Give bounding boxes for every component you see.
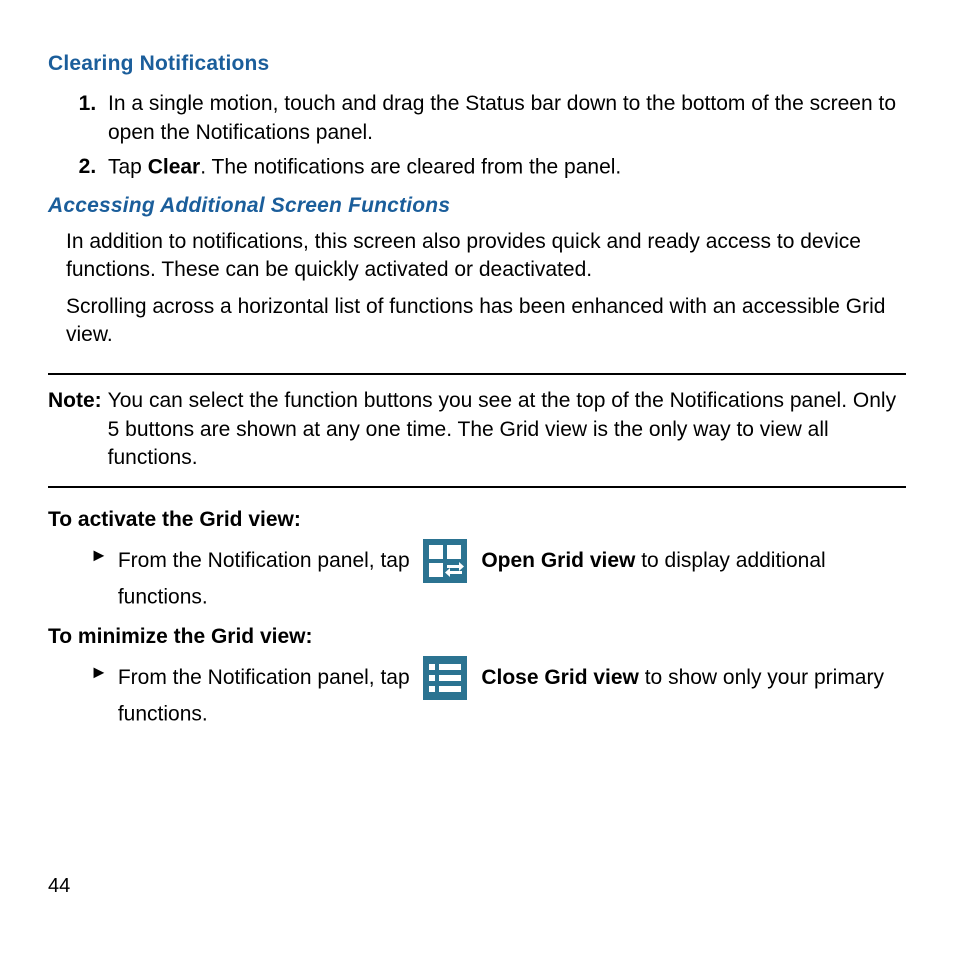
step-minimize-grid: ► From the Notification panel, tap Clos — [90, 656, 906, 729]
open-grid-view-icon — [423, 539, 467, 583]
subheading-minimize-grid: To minimize the Grid view: — [48, 623, 906, 651]
step-2-pre: Tap — [108, 155, 148, 178]
step-2-post: . The notifications are cleared from the… — [200, 155, 621, 178]
note-label: Note: — [48, 387, 108, 472]
paragraph-grid-enhanced: Scrolling across a horizontal list of fu… — [48, 293, 906, 350]
note-text: You can select the function buttons you … — [108, 387, 906, 472]
page-number: 44 — [48, 873, 70, 900]
bullet-arrow-icon: ► — [90, 539, 118, 569]
bullet-arrow-icon: ► — [90, 656, 118, 686]
step-1: In a single motion, touch and drag the S… — [102, 90, 906, 147]
step-1-text: In a single motion, touch and drag the S… — [108, 92, 896, 143]
minimize-bold: Close Grid view — [481, 666, 639, 689]
note-block: Note: You can select the function button… — [48, 373, 906, 488]
steps-list: In a single motion, touch and drag the S… — [48, 90, 906, 181]
step-2-clear-label: Clear — [148, 155, 201, 178]
heading-accessing-functions: Accessing Additional Screen Functions — [48, 192, 906, 220]
minimize-pre: From the Notification panel, tap — [118, 666, 416, 689]
activate-bold: Open Grid view — [481, 549, 635, 572]
step-2: Tap Clear. The notifications are cleared… — [102, 153, 906, 182]
document-page: Clearing Notifications In a single motio… — [0, 0, 954, 954]
paragraph-quick-access: In addition to notifications, this scree… — [48, 228, 906, 285]
step-minimize-body: From the Notification panel, tap Close G… — [118, 656, 906, 729]
activate-pre: From the Notification panel, tap — [118, 549, 416, 572]
heading-clearing-notifications: Clearing Notifications — [48, 50, 906, 78]
subheading-activate-grid: To activate the Grid view: — [48, 506, 906, 534]
step-activate-body: From the Notification panel, tap Open Gr… — [118, 539, 906, 612]
close-grid-view-icon — [423, 656, 467, 700]
step-activate-grid: ► From the Notification panel, tap — [90, 539, 906, 612]
